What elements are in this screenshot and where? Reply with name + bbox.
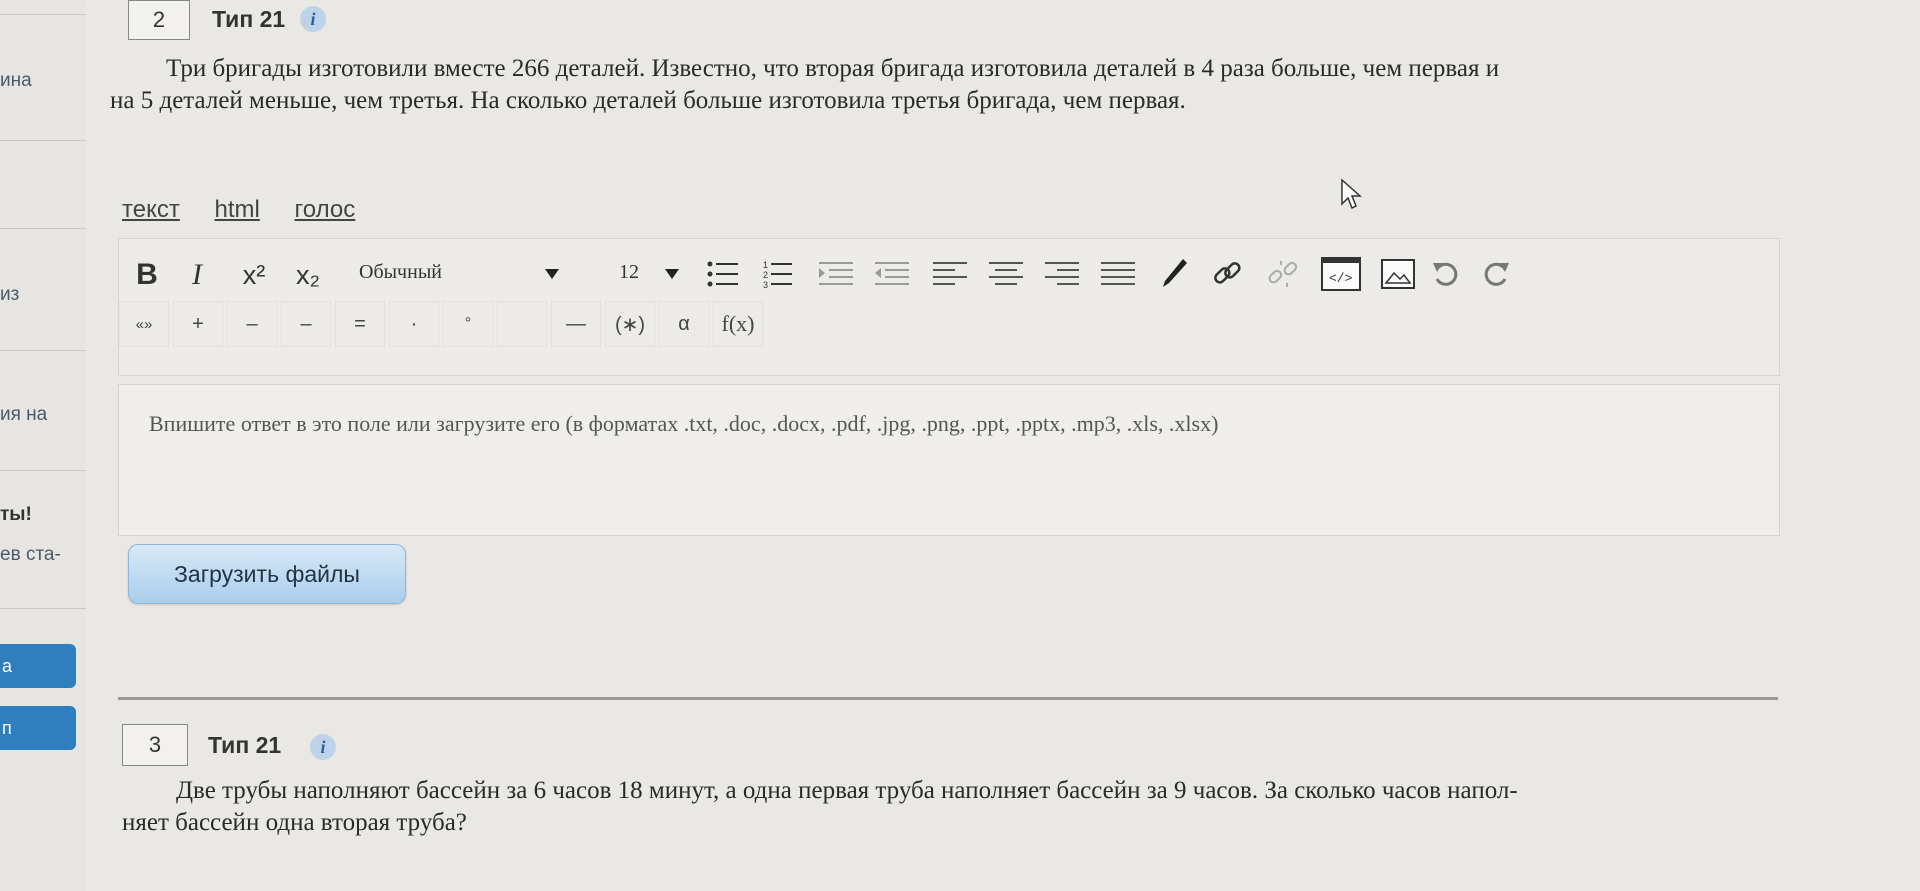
align-justify-icon[interactable] — [1101, 261, 1135, 287]
symbol-button[interactable]: (∗) — [605, 301, 655, 347]
symbol-button[interactable]: α — [659, 301, 709, 347]
superscript-button[interactable]: x² — [229, 253, 279, 297]
sidebar-divider — [0, 14, 86, 15]
sidebar-fragment: из — [0, 284, 20, 305]
answer-placeholder: Впишите ответ в это поле или загрузите е… — [149, 411, 1219, 436]
italic-button[interactable]: I — [179, 253, 215, 297]
format-select-value: Обычный — [359, 261, 442, 283]
tab-text[interactable]: текст — [122, 196, 180, 223]
question-text-line: няет бассейн одна вторая труба? — [122, 809, 467, 836]
outdent-icon[interactable] — [875, 261, 909, 287]
svg-text:1: 1 — [763, 260, 768, 270]
sidebar-fragment: ина — [0, 70, 32, 91]
unlink-icon[interactable] — [1267, 257, 1299, 291]
cursor-icon — [1341, 178, 1362, 210]
size-select-value: 12 — [619, 261, 639, 283]
svg-text:</>: </> — [1329, 271, 1353, 286]
pen-icon[interactable] — [1159, 257, 1189, 291]
symbol-button[interactable] — [497, 301, 547, 347]
svg-text:3: 3 — [763, 280, 768, 289]
align-left-icon[interactable] — [933, 261, 967, 287]
symbol-button[interactable]: · — [389, 301, 439, 347]
sidebar-button[interactable]: п — [0, 706, 76, 750]
tab-html[interactable]: html — [215, 196, 260, 223]
tab-voice[interactable]: голос — [295, 196, 356, 223]
symbol-button[interactable]: = — [335, 301, 385, 347]
align-center-icon[interactable] — [989, 261, 1023, 287]
format-select[interactable]: Обычный — [359, 261, 559, 284]
symbol-button[interactable]: ° — [443, 301, 493, 347]
editor-mode-tabs: текст html голос — [122, 196, 383, 224]
sidebar-divider — [0, 228, 86, 229]
chevron-down-icon — [665, 269, 679, 279]
question-type: Тип 21 — [212, 6, 286, 32]
info-icon[interactable]: i — [310, 734, 336, 760]
redo-icon[interactable] — [1481, 259, 1511, 289]
bold-button[interactable]: B — [127, 253, 167, 297]
source-code-icon[interactable]: </> — [1321, 257, 1361, 291]
indent-icon[interactable] — [819, 261, 853, 287]
question-number: 2 — [128, 0, 190, 40]
chevron-down-icon — [545, 269, 559, 279]
symbol-button[interactable]: – — [227, 301, 277, 347]
info-icon[interactable]: i — [300, 6, 326, 32]
section-divider — [118, 697, 1778, 700]
question-type: Тип 21 — [208, 732, 282, 758]
symbol-button[interactable]: f(x) — [713, 301, 763, 347]
symbol-button[interactable]: — — [551, 301, 601, 347]
undo-icon[interactable] — [1431, 259, 1461, 289]
sidebar-button[interactable]: а — [0, 644, 76, 688]
sidebar-fragment: ты! — [0, 504, 32, 525]
question-number: 3 — [122, 724, 188, 766]
image-icon[interactable] — [1381, 259, 1415, 289]
upload-files-button[interactable]: Загрузить файлы — [128, 544, 406, 604]
symbol-button[interactable]: «» — [119, 301, 169, 347]
question-text-line: Три бригады изготовили вместе 266 детале… — [166, 55, 1500, 82]
symbol-button[interactable]: + — [173, 301, 223, 347]
main-content: 2 Тип 21 i Три бригады изготовили вместе… — [86, 0, 1920, 891]
align-right-icon[interactable] — [1045, 261, 1079, 287]
sidebar-fragment: ев ста- — [0, 544, 61, 565]
sidebar-divider — [0, 470, 86, 471]
left-sidebar: ина из ия на ты! ев ста- а п — [0, 0, 86, 891]
subscript-button[interactable]: x₂ — [283, 253, 333, 297]
symbol-button[interactable]: – — [281, 301, 331, 347]
sidebar-divider — [0, 608, 86, 609]
editor-toolbar: B I x² x₂ Обычный 12 1 2 3 </> «» + – – … — [118, 238, 1780, 376]
svg-text:2: 2 — [763, 270, 768, 280]
size-select[interactable]: 12 — [619, 261, 679, 284]
question-text-line: Две трубы наполняют бассейн за 6 часов 1… — [176, 777, 1518, 804]
answer-input[interactable]: Впишите ответ в это поле или загрузите е… — [118, 384, 1780, 536]
numbered-list-icon[interactable]: 1 2 3 — [763, 259, 793, 289]
question-text-line: на 5 деталей меньше, чем третья. На скол… — [110, 87, 1186, 114]
link-icon[interactable] — [1211, 257, 1243, 291]
sidebar-fragment: ия на — [0, 404, 48, 425]
bullet-list-icon[interactable] — [707, 259, 739, 289]
sidebar-divider — [0, 350, 86, 351]
sidebar-divider — [0, 140, 86, 141]
